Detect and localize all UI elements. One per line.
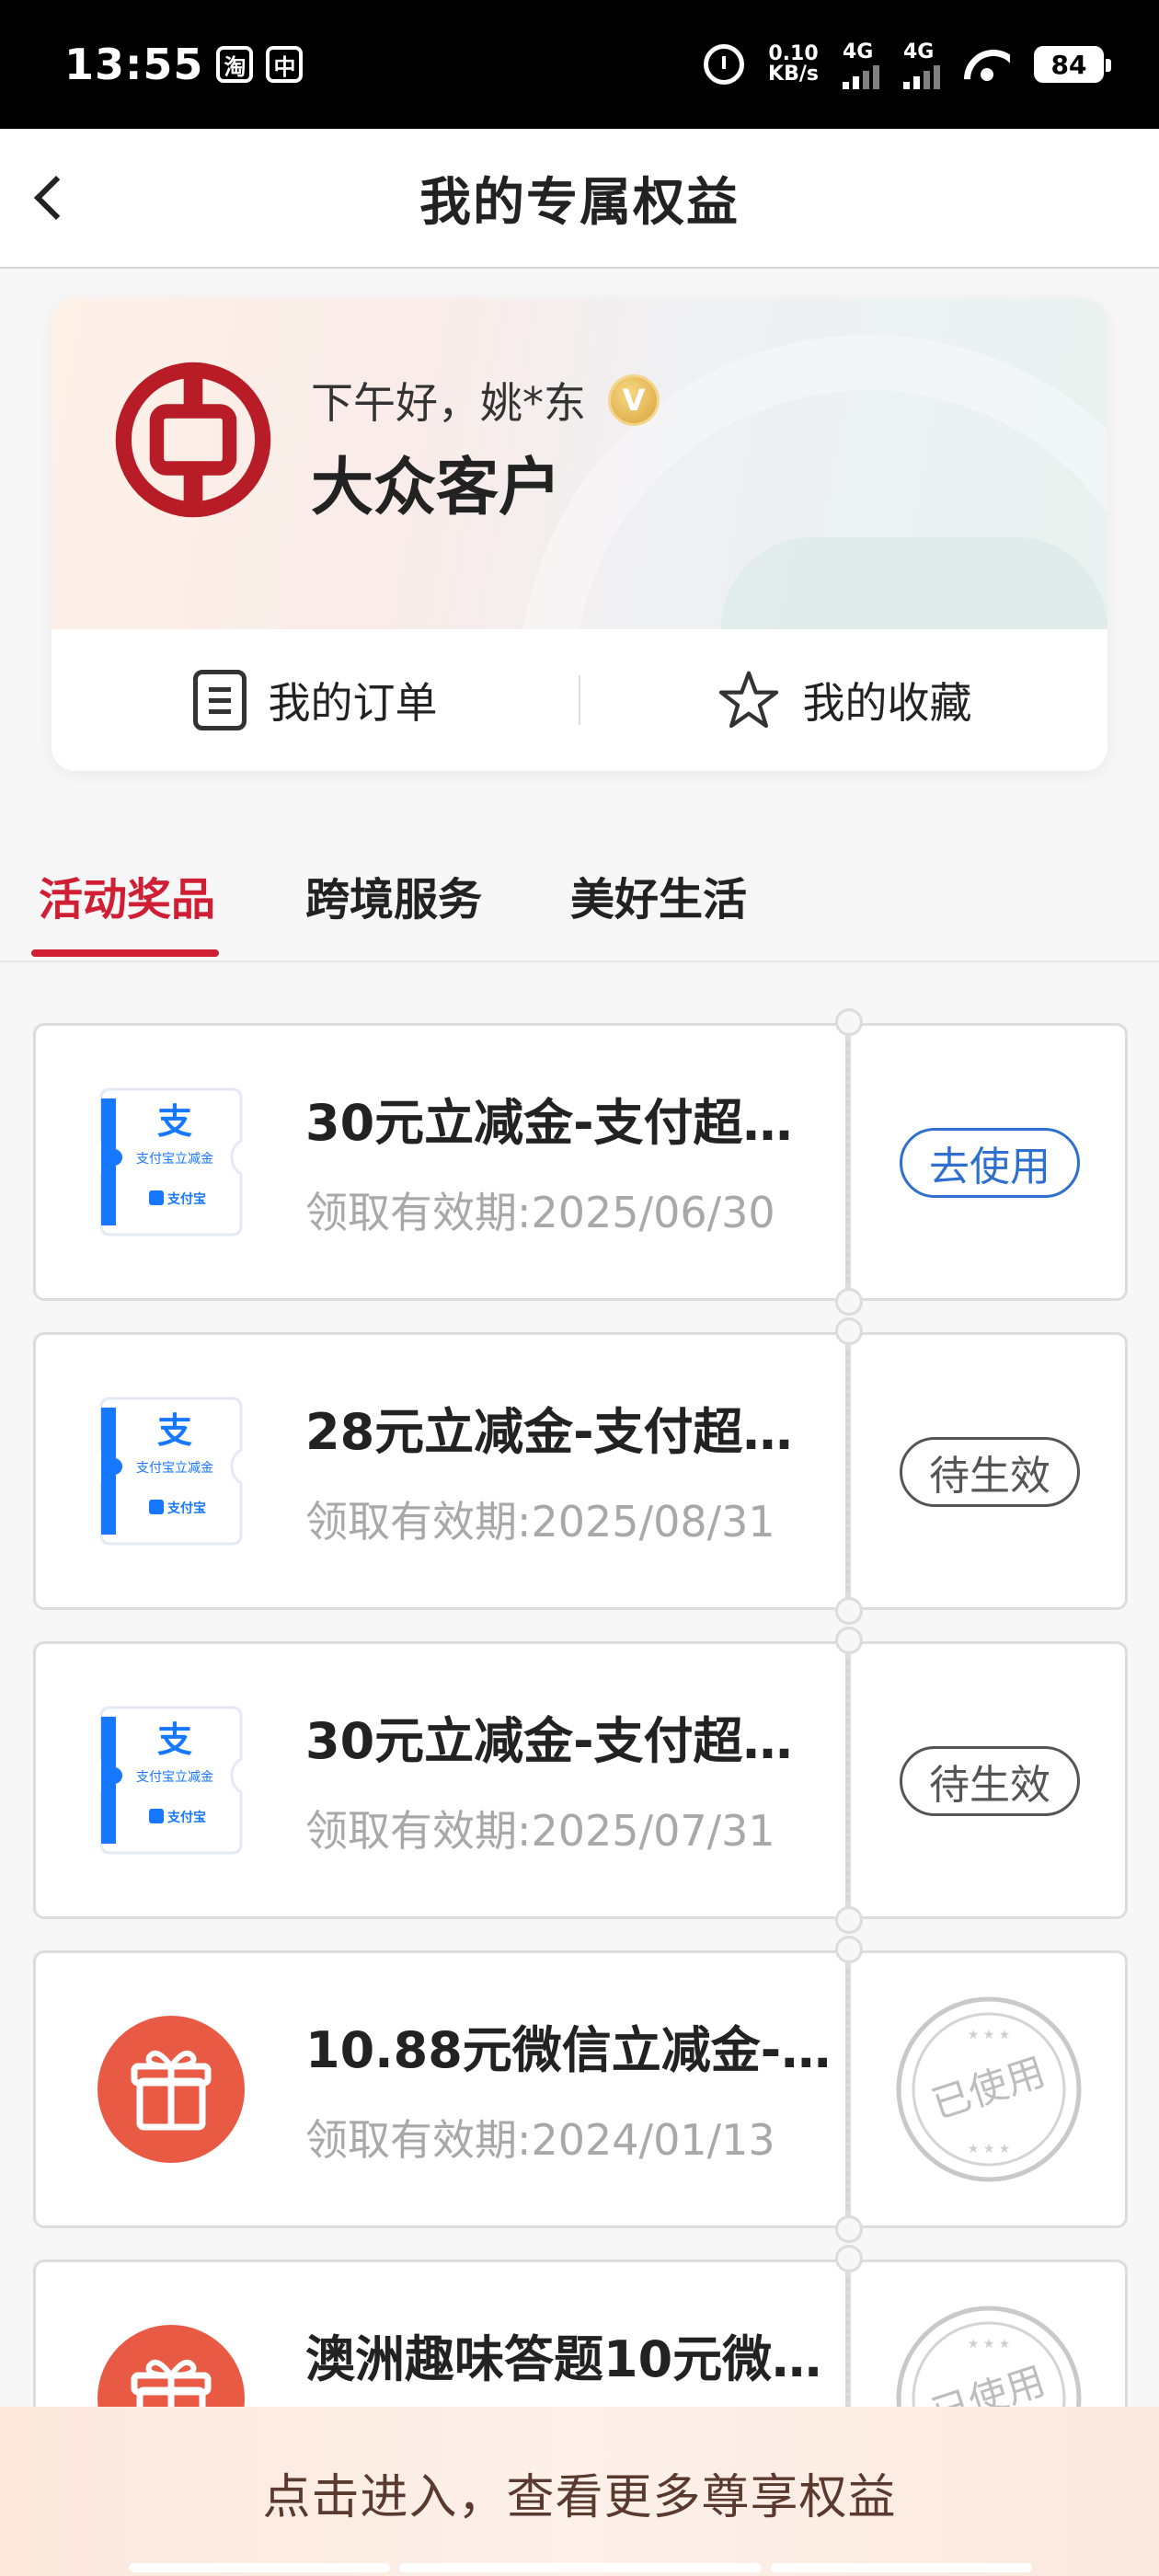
bank-of-china-logo-icon [115, 362, 271, 518]
profile-actions: 我的订单 我的收藏 [52, 629, 1107, 771]
battery-icon: 84 [1034, 46, 1111, 83]
nav-header: 我的专属权益 [0, 129, 1159, 269]
used-stamp: 已使用 ★ ★ ★ ★ ★ ★ [896, 1996, 1082, 2182]
coupon-icon-logo-text: 支付宝 [166, 1501, 206, 1516]
network-speed: 0.10 KB/s [768, 42, 819, 86]
star-icon [718, 671, 778, 729]
boc-notification-icon: 中 [266, 46, 304, 83]
coupon-icon-logo-text: 支付宝 [166, 1810, 206, 1825]
perforation-divider [846, 1041, 849, 1282]
greeting-text: 下午好，姚*东 [311, 378, 586, 428]
svg-text:★ ★ ★: ★ ★ ★ [968, 2142, 1011, 2156]
svg-text:★ ★ ★: ★ ★ ★ [968, 2337, 1011, 2352]
alipay-coupon-icon: 支 支付宝立减金 支付宝 [99, 1397, 243, 1546]
clock: 13:55 [64, 40, 204, 89]
customer-level: 大众客户 [311, 451, 562, 524]
my-favorites-label: 我的收藏 [802, 678, 972, 728]
perforation-divider [846, 1351, 849, 1592]
tab-bar: 活动奖品 跨境服务 美好生活 [0, 828, 1159, 962]
sim2-signal-icon: 4G [903, 40, 940, 89]
more-benefits-text: 点击进入，查看更多尊享权益 [262, 2470, 897, 2525]
alipay-coupon-icon: 支 支付宝立减金 支付宝 [99, 1706, 243, 1855]
greeting: 下午好，姚*东 V [311, 370, 660, 431]
pending-status-badge: 待生效 [900, 1437, 1080, 1507]
vip-badge-icon: V [608, 374, 660, 426]
coupon-expiry: 领取有效期:2025/06/30 [305, 1188, 775, 1237]
coupon-card[interactable]: 支 支付宝立减金 支付宝 28元立减金-支付超… 领取有效期:2025/08/3… [33, 1317, 1128, 1625]
my-orders-button[interactable]: 我的订单 [52, 670, 579, 730]
status-bar: 13:55 淘 中 0.10 KB/s 4G 4G 84 [0, 0, 1159, 129]
wifi-icon [964, 46, 1010, 83]
coupon-icon-caption: 支付宝立减金 [136, 1461, 213, 1476]
more-benefits-banner[interactable]: 点击进入，查看更多尊享权益 [0, 2407, 1159, 2576]
coupon-title: 10.88元微信立减金-… [305, 2021, 832, 2079]
coupon-card[interactable]: 支 支付宝立减金 支付宝 30元立减金-支付超… 领取有效期:2025/06/3… [33, 1008, 1128, 1316]
profile-card: 下午好，姚*东 V 大众客户 我的订单 我的收藏 [52, 298, 1107, 771]
coupon-title: 30元立减金-支付超… [305, 1712, 793, 1770]
coupon-title: 28元立减金-支付超… [305, 1403, 793, 1461]
coupon-title: 澳洲趣味答题10元微… [305, 2330, 822, 2388]
svg-text:支: 支 [157, 1719, 192, 1760]
coupon-expiry: 领取有效期:2025/08/31 [305, 1497, 775, 1547]
use-now-button[interactable]: 去使用 [900, 1128, 1080, 1198]
page-title: 我的专属权益 [419, 172, 740, 233]
order-list-icon [192, 670, 247, 730]
my-favorites-button[interactable]: 我的收藏 [580, 668, 1107, 732]
coupon-title: 30元立减金-支付超… [305, 1094, 793, 1152]
tab-cross-border[interactable]: 跨境服务 [305, 863, 482, 927]
tab-activity-prizes[interactable]: 活动奖品 [39, 863, 215, 927]
alipay-coupon-icon: 支 支付宝立减金 支付宝 [99, 1087, 243, 1236]
coupon-icon-caption: 支付宝立减金 [136, 1152, 213, 1167]
coupon-card[interactable]: 10.88元微信立减金-… 领取有效期:2024/01/13 已使用 ★ ★ ★… [33, 1936, 1128, 2243]
profile-banner: 下午好，姚*东 V 大众客户 [52, 298, 1107, 629]
active-tab-indicator [31, 949, 219, 957]
coupon-expiry: 领取有效期:2025/07/31 [305, 1806, 775, 1856]
perforation-divider [846, 1660, 849, 1901]
coupon-expiry: 领取有效期:2024/01/13 [305, 2115, 775, 2165]
tab-good-life[interactable]: 美好生活 [570, 863, 747, 927]
svg-text:已使用: 已使用 [926, 2049, 1050, 2128]
coupon-icon-caption: 支付宝立减金 [136, 1770, 213, 1785]
my-orders-label: 我的订单 [268, 678, 438, 728]
pending-status-badge: 待生效 [900, 1746, 1080, 1816]
sim1-signal-icon: 4G [843, 40, 879, 89]
taobao-notification-icon: 淘 [216, 46, 254, 83]
gift-icon [98, 2016, 245, 2163]
coupon-card[interactable]: 支 支付宝立减金 支付宝 30元立减金-支付超… 领取有效期:2025/07/3… [33, 1627, 1128, 1934]
alarm-icon [704, 44, 745, 85]
coupon-icon-logo-text: 支付宝 [166, 1191, 206, 1207]
svg-text:支: 支 [157, 1101, 192, 1142]
svg-text:★ ★ ★: ★ ★ ★ [968, 2028, 1011, 2042]
perforation-divider [846, 1969, 849, 2210]
back-arrow-icon[interactable] [33, 175, 79, 221]
svg-text:支: 支 [157, 1410, 192, 1451]
